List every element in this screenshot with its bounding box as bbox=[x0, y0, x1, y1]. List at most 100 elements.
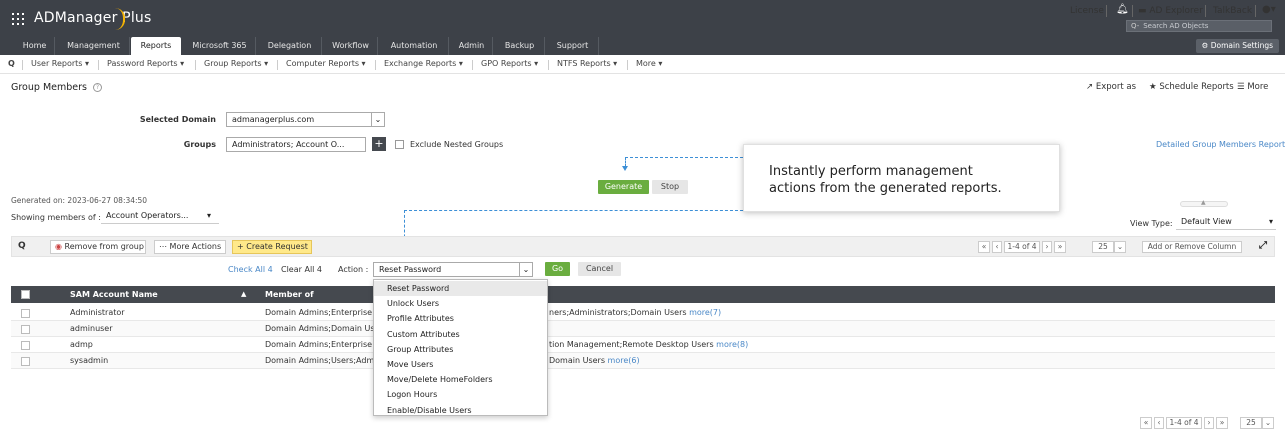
tab-workflow[interactable]: Workflow bbox=[324, 37, 378, 55]
user-account-icon[interactable]: ●▾ bbox=[1262, 4, 1276, 15]
schedule-reports-button[interactable]: ★ Schedule Reports bbox=[1149, 82, 1234, 92]
sort-asc-icon[interactable]: ▲ bbox=[241, 286, 246, 303]
cancel-button[interactable]: Cancel bbox=[578, 262, 621, 276]
talkback-link[interactable]: TalkBack bbox=[1213, 6, 1252, 16]
subnav-user-reports[interactable]: User Reports ▾ bbox=[31, 59, 89, 68]
create-request-button[interactable]: + Create Request bbox=[232, 240, 312, 254]
subnav-group-reports[interactable]: Group Reports ▾ bbox=[204, 59, 268, 68]
page-size-select[interactable]: 25 bbox=[1240, 417, 1262, 429]
license-link[interactable]: License bbox=[1070, 6, 1104, 16]
subnav-gpo-reports[interactable]: GPO Reports ▾ bbox=[481, 59, 538, 68]
first-page-button[interactable]: « bbox=[1140, 417, 1152, 429]
tab-admin[interactable]: Admin bbox=[451, 37, 493, 55]
table-row[interactable]: Administrator Domain Admins;Enterprise A… bbox=[11, 305, 1275, 321]
row-checkbox[interactable] bbox=[21, 309, 30, 318]
dropdown-option[interactable]: Group Attributes bbox=[374, 342, 547, 357]
schedule-icon: ★ bbox=[1149, 82, 1160, 92]
page-size-select[interactable]: 25 bbox=[1092, 241, 1114, 253]
page-range: 1-4 of 4 bbox=[1166, 417, 1202, 429]
first-page-button[interactable]: « bbox=[978, 241, 990, 253]
more-link[interactable]: more(8) bbox=[716, 340, 748, 349]
next-page-button[interactable]: › bbox=[1042, 241, 1052, 253]
more-link[interactable]: more(6) bbox=[608, 356, 640, 365]
row-checkbox[interactable] bbox=[21, 341, 30, 350]
tab-microsoft-365[interactable]: Microsoft 365 bbox=[184, 37, 256, 55]
ad-search-input[interactable]: Q- Search AD Objects bbox=[1126, 20, 1272, 32]
tab-automation[interactable]: Automation bbox=[380, 37, 449, 55]
action-select[interactable]: Reset Password ⌄ bbox=[373, 262, 533, 277]
more-actions-button[interactable]: ⋯ More Actions bbox=[154, 240, 226, 254]
clear-all-link[interactable]: Clear All 4 bbox=[281, 265, 322, 274]
footer-pager: « ‹ 1-4 of 4 › » 25 ⌄ bbox=[1140, 417, 1280, 431]
tab-backup[interactable]: Backup bbox=[495, 37, 545, 55]
last-page-button[interactable]: » bbox=[1216, 417, 1228, 429]
notification-bell-icon[interactable]: 🔔︎ bbox=[1116, 4, 1129, 15]
dropdown-option[interactable]: Logon Hours bbox=[374, 387, 547, 402]
column-sam-account-name[interactable]: SAM Account Name bbox=[70, 286, 158, 303]
row-checkbox[interactable] bbox=[21, 325, 30, 334]
tab-management[interactable]: Management bbox=[58, 37, 130, 55]
dropdown-option[interactable]: Custom Attributes bbox=[374, 327, 547, 342]
guide-line bbox=[404, 210, 743, 211]
member-of-cell: Domain Admins;Domain User bbox=[265, 324, 375, 333]
generate-button[interactable]: Generate bbox=[598, 180, 649, 194]
app-grid-icon[interactable] bbox=[12, 13, 24, 25]
dropdown-option[interactable]: Profile Attributes bbox=[374, 311, 547, 326]
add-group-button[interactable]: + bbox=[372, 137, 386, 151]
collapse-handle[interactable]: ▲ bbox=[1180, 199, 1228, 207]
guide-arrow-icon bbox=[622, 166, 628, 171]
exclude-nested-checkbox[interactable] bbox=[395, 140, 404, 149]
tab-home[interactable]: Home bbox=[15, 37, 55, 55]
dots-icon: ⋯ bbox=[159, 242, 170, 251]
subnav-ntfs-reports[interactable]: NTFS Reports ▾ bbox=[557, 59, 617, 68]
table-row[interactable]: adminuser Domain Admins;Domain User bbox=[11, 321, 1275, 337]
app-root: ADManager Plus License 🔔︎ ▬ AD Explorer … bbox=[0, 0, 1285, 434]
domain-settings-button[interactable]: ⚙ Domain Settings bbox=[1195, 39, 1279, 53]
help-icon[interactable]: ? bbox=[93, 83, 102, 92]
dropdown-option[interactable]: Unlock Users bbox=[374, 296, 547, 311]
chevron-down-icon[interactable]: ⌄ bbox=[1262, 417, 1274, 429]
tab-delegation[interactable]: Delegation bbox=[258, 37, 322, 55]
go-button[interactable]: Go bbox=[545, 262, 570, 276]
row-checkbox[interactable] bbox=[21, 357, 30, 366]
column-member-of[interactable]: Member of bbox=[265, 286, 314, 303]
add-remove-column-button[interactable]: Add or Remove Column bbox=[1142, 241, 1242, 253]
subnav-password-reports[interactable]: Password Reports ▾ bbox=[107, 59, 184, 68]
view-type-select[interactable]: Default View ▾ bbox=[1176, 215, 1276, 230]
table-row[interactable]: admp Domain Admins;Enterprise Ac tion Ma… bbox=[11, 337, 1275, 353]
ad-explorer-link[interactable]: ▬ AD Explorer bbox=[1138, 6, 1203, 16]
chevron-down-icon[interactable]: ⌄ bbox=[1114, 241, 1126, 253]
member-of-cell-tail: ners;Administrators;Domain Users more(7) bbox=[549, 308, 722, 317]
top-header: ADManager Plus License 🔔︎ ▬ AD Explorer … bbox=[0, 0, 1285, 37]
dropdown-option[interactable]: Move/Delete HomeFolders bbox=[374, 372, 547, 387]
expand-icon[interactable]: ⤢ bbox=[1259, 240, 1267, 251]
prev-page-button[interactable]: ‹ bbox=[1154, 417, 1164, 429]
more-button[interactable]: ☰ More bbox=[1237, 82, 1268, 92]
last-page-button[interactable]: » bbox=[1054, 241, 1066, 253]
prev-page-button[interactable]: ‹ bbox=[992, 241, 1002, 253]
dropdown-option[interactable]: Move Users bbox=[374, 357, 547, 372]
collapse-up-icon: ▲ bbox=[1201, 199, 1206, 206]
next-page-button[interactable]: › bbox=[1204, 417, 1214, 429]
detailed-group-members-link[interactable]: Detailed Group Members Report bbox=[1156, 140, 1285, 149]
export-as-button[interactable]: ↗ Export as bbox=[1086, 82, 1136, 92]
dropdown-option[interactable]: Enable/Disable Users bbox=[374, 403, 547, 418]
subnav-computer-reports[interactable]: Computer Reports ▾ bbox=[286, 59, 366, 68]
table-row[interactable]: sysadmin Domain Admins;Users;Admin Domai… bbox=[11, 353, 1275, 369]
subnav-search-icon[interactable]: Q bbox=[8, 59, 15, 68]
dropdown-option[interactable]: Reset Password bbox=[374, 281, 547, 297]
subnav-more[interactable]: More ▾ bbox=[636, 59, 662, 68]
table-search-icon[interactable]: Q bbox=[18, 241, 26, 251]
select-all-checkbox[interactable] bbox=[21, 290, 30, 299]
check-all-link[interactable]: Check All 4 bbox=[228, 265, 273, 274]
groups-input[interactable]: Administrators; Account O... bbox=[226, 137, 366, 152]
tab-reports[interactable]: Reports bbox=[131, 37, 181, 55]
remove-from-group-button[interactable]: ◉ Remove from group bbox=[50, 240, 146, 254]
sam-cell: Administrator bbox=[70, 308, 125, 317]
tab-support[interactable]: Support bbox=[547, 37, 599, 55]
more-link[interactable]: more(7) bbox=[689, 308, 721, 317]
stop-button[interactable]: Stop bbox=[652, 180, 688, 194]
subnav-exchange-reports[interactable]: Exchange Reports ▾ bbox=[384, 59, 463, 68]
domain-select[interactable]: admanagerplus.com ⌄ bbox=[226, 112, 385, 127]
showing-members-select[interactable]: Account Operators... ▾ bbox=[101, 209, 219, 224]
